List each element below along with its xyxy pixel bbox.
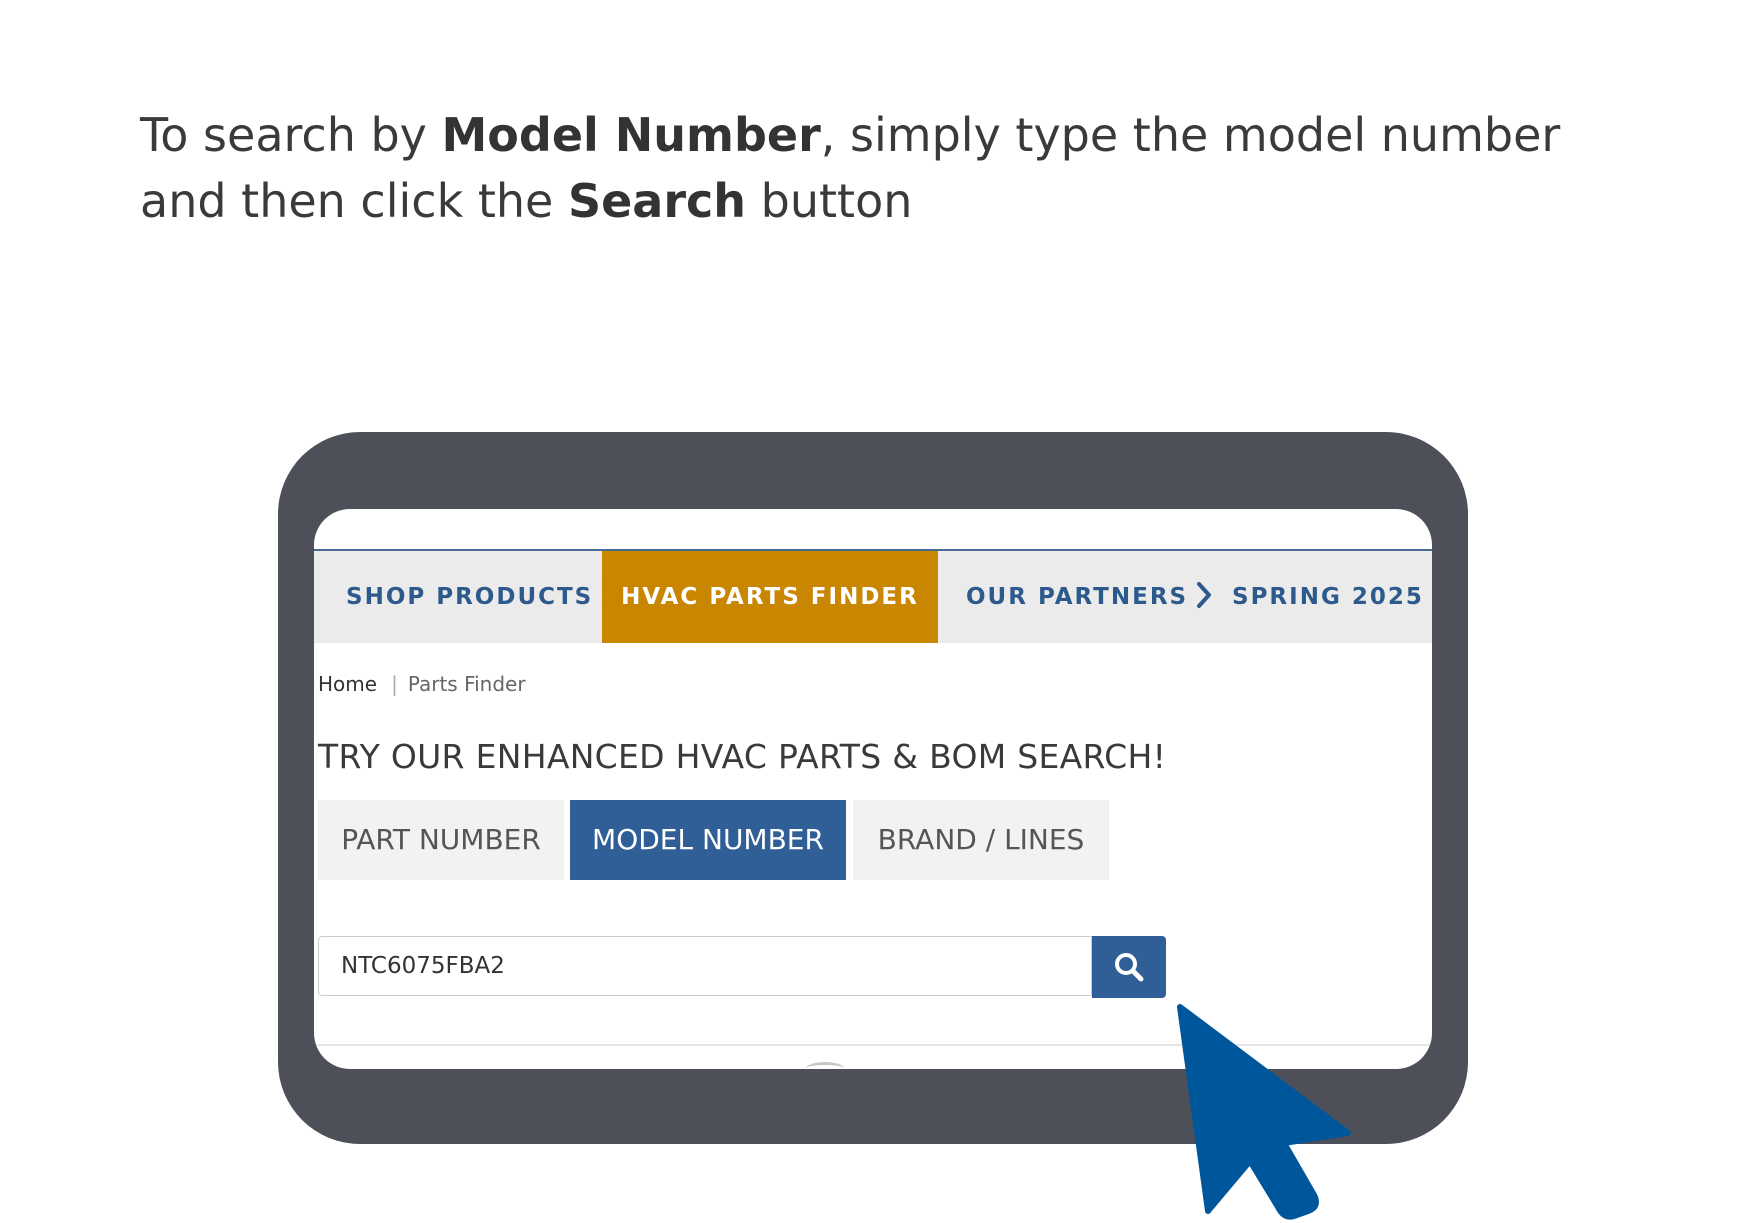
chevron-right-icon [1197, 581, 1212, 608]
instruction-part-1: To search by [140, 108, 442, 162]
nav-item-label: OUR PARTNERS [966, 584, 1189, 610]
search-icon [1115, 953, 1144, 982]
main-nav: SHOP PRODUCTS HVAC PARTS FINDER OUR PART… [314, 549, 1432, 643]
instruction-part-3: button [746, 174, 913, 228]
page-title: TRY OUR ENHANCED HVAC PARTS & BOM SEARCH… [318, 737, 1167, 776]
tab-part-number[interactable]: PART NUMBER [318, 800, 564, 880]
breadcrumb-home-link[interactable]: Home [318, 672, 377, 696]
instruction-text: To search by Model Number, simply type t… [140, 102, 1640, 234]
mouse-pointer-icon [1177, 1004, 1351, 1220]
nav-item-spring-2025[interactable]: SPRING 2025 NE [1232, 551, 1432, 643]
instruction-bold-search: Search [567, 174, 747, 228]
nav-item-label: SPRING 2025 NE [1232, 584, 1432, 610]
tablet-screen: SHOP PRODUCTS HVAC PARTS FINDER OUR PART… [314, 509, 1432, 1069]
nav-item-label: HVAC PARTS FINDER [621, 584, 919, 610]
tab-model-number[interactable]: MODEL NUMBER [570, 800, 846, 880]
partial-content-icon [806, 1062, 844, 1069]
nav-item-label: SHOP PRODUCTS [346, 584, 594, 610]
nav-item-our-partners[interactable]: OUR PARTNERS [966, 551, 1212, 643]
nav-item-shop-products[interactable]: SHOP PRODUCTS [346, 551, 617, 643]
breadcrumb-current: Parts Finder [407, 672, 526, 696]
search-button[interactable] [1092, 936, 1166, 998]
breadcrumb-separator: | [391, 672, 398, 696]
nav-item-hvac-parts-finder[interactable]: HVAC PARTS FINDER [602, 551, 938, 643]
tab-brand-lines[interactable]: BRAND / LINES [853, 800, 1109, 880]
instruction-bold-model-number: Model Number [441, 108, 821, 162]
breadcrumb: Home | Parts Finder [318, 672, 526, 696]
model-number-search-input[interactable] [318, 936, 1092, 996]
